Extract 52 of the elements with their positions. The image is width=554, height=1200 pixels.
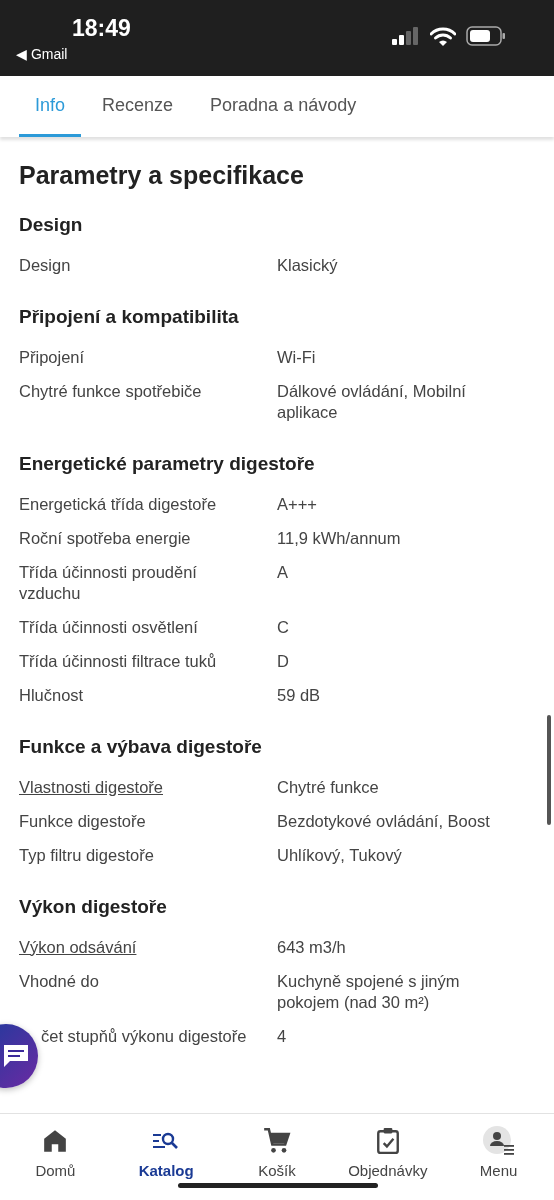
spec-value: A+++ (277, 493, 318, 515)
spec-label: Funkce digestoře (19, 810, 147, 832)
spec-label: Design (19, 254, 72, 276)
spec-label: Energetická třída digestoře (19, 493, 218, 515)
spec-value: 4 (277, 1025, 288, 1047)
spec-value: Wi-Fi (277, 346, 317, 368)
cart-icon (263, 1126, 291, 1156)
battery-icon (466, 26, 506, 46)
back-link[interactable]: ◀ Gmail (16, 45, 131, 62)
chat-icon (2, 1043, 30, 1069)
section-heading: Design (19, 214, 84, 236)
spec-label: Třída účinnosti filtrace tuků (19, 650, 218, 672)
spec-label: Roční spotřeba energie (19, 527, 192, 549)
nav-item[interactable]: Domů (0, 1114, 111, 1200)
spec-value: Bezdotykové ovládání, Boost (277, 810, 491, 832)
spec-value: Chytré funkce (277, 776, 380, 798)
spec-value: C (277, 616, 290, 638)
section-heading: Funkce a výbava digestoře (19, 736, 263, 758)
spec-link[interactable]: Výkon odsávání (19, 936, 251, 958)
spec-label: Typ filtru digestoře (19, 844, 155, 866)
nav-item[interactable]: Katalog (111, 1114, 222, 1200)
signal-icon (392, 27, 420, 45)
spec-value: 11,9 kWh/annum (277, 527, 402, 549)
status-time: 18:49 (72, 14, 131, 42)
tab[interactable]: Poradna a návody (194, 76, 373, 137)
spec-label: Třída účinnosti osvětlení (19, 616, 199, 638)
spec-label: Vhodné do (19, 970, 100, 992)
spec-link[interactable]: Vlastnosti digestoře (19, 776, 251, 798)
page-heading: Parametry a specifikace (19, 161, 305, 190)
nav-item[interactable]: Objednávky (332, 1114, 443, 1200)
spec-value: Klasický (277, 254, 339, 276)
spec-value: 59 dB (277, 684, 322, 706)
spec-value: 643 m3/h (277, 936, 347, 958)
section-heading: Energetické parametry digestoře (19, 453, 316, 475)
spec-label: Připojení (19, 346, 86, 368)
tab[interactable]: Recenze (86, 76, 190, 137)
spec-value: Uhlíkový, Tukový (277, 844, 403, 866)
nav-item[interactable]: Menu (443, 1114, 554, 1200)
spec-label: Třída účinnosti proudění vzduchu (19, 561, 198, 604)
account-menu-icon (481, 1126, 516, 1156)
spec-label: Chytré funkce spotřebiče (19, 380, 203, 402)
clipboard-check-icon (374, 1126, 401, 1156)
spec-value: D (277, 650, 290, 672)
spec-value: Dálkové ovládání, Mobilní aplikace (277, 380, 467, 423)
spec-label: Hlučnost (19, 684, 85, 706)
wifi-icon (430, 26, 456, 46)
section-heading: Připojení a kompatibilita (19, 306, 240, 328)
spec-value: Kuchyně spojené s jiným pokojem (nad 30 m²) (277, 970, 461, 1013)
spec-value: A (277, 561, 289, 583)
nav-item[interactable]: Košík (222, 1114, 332, 1200)
section-heading: Výkon digestoře (19, 896, 168, 918)
spec-label: čet stupňů výkonu digestoře (40, 1025, 248, 1047)
